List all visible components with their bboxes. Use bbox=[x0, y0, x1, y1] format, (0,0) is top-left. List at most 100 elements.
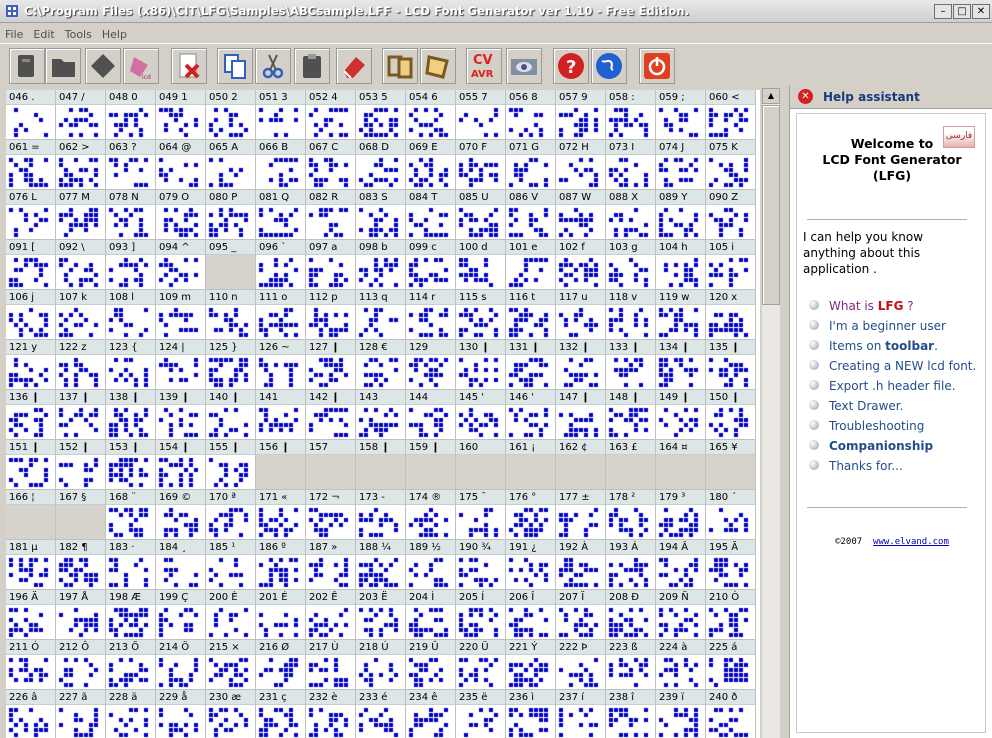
glyph-cell-161[interactable]: 161 ¡ bbox=[506, 440, 556, 490]
glyph-cell-086[interactable]: 086 V bbox=[506, 190, 556, 240]
print-button[interactable]: lcd bbox=[123, 48, 159, 84]
glyph-cell-180[interactable]: 180 ´ bbox=[706, 490, 756, 540]
glyph-cell-077[interactable]: 077 M bbox=[56, 190, 106, 240]
glyph-cell-178[interactable]: 178 ² bbox=[606, 490, 656, 540]
glyph-cell-135[interactable]: 135 ❙ bbox=[706, 340, 756, 390]
glyph-cell-149[interactable]: 149 ❙ bbox=[656, 390, 706, 440]
help-link-4[interactable]: Creating a NEW lcd font. bbox=[809, 358, 979, 374]
glyph-cell-066[interactable]: 066 B bbox=[256, 140, 306, 190]
help-link-9[interactable]: Thanks for... bbox=[809, 458, 979, 474]
glyph-cell-181[interactable]: 181 µ bbox=[6, 540, 56, 590]
glyph-cell-165[interactable]: 165 ¥ bbox=[706, 440, 756, 490]
menu-help[interactable]: Help bbox=[97, 26, 132, 41]
glyph-cell-097[interactable]: 097 a bbox=[306, 240, 356, 290]
glyph-cell-108[interactable]: 108 l bbox=[106, 290, 156, 340]
glyph-cell-104[interactable]: 104 h bbox=[656, 240, 706, 290]
glyph-cell-225[interactable]: 225 á bbox=[706, 640, 756, 690]
delete-button[interactable] bbox=[171, 48, 207, 84]
glyph-cell-094[interactable]: 094 ^ bbox=[156, 240, 206, 290]
glyph-cell-175[interactable]: 175 ¯ bbox=[456, 490, 506, 540]
glyph-cell-130[interactable]: 130 ❙ bbox=[456, 340, 506, 390]
help-link-3[interactable]: Items on toolbar. bbox=[809, 338, 979, 354]
glyph-cell-183[interactable]: 183 · bbox=[106, 540, 156, 590]
glyph-cell-055[interactable]: 055 7 bbox=[456, 90, 506, 140]
glyph-cell-140[interactable]: 140 ❙ bbox=[206, 390, 256, 440]
glyph-cell-101[interactable]: 101 e bbox=[506, 240, 556, 290]
glyph-cell-231[interactable]: 231 ç bbox=[256, 690, 306, 738]
menu-edit[interactable]: Edit bbox=[28, 26, 59, 41]
frame-button[interactable] bbox=[420, 48, 456, 84]
glyph-cell-083[interactable]: 083 S bbox=[356, 190, 406, 240]
glyph-cell-174[interactable]: 174 ® bbox=[406, 490, 456, 540]
glyph-cell-091[interactable]: 091 [ bbox=[6, 240, 56, 290]
glyph-cell-105[interactable]: 105 i bbox=[706, 240, 756, 290]
glyph-cell-184[interactable]: 184 ¸ bbox=[156, 540, 206, 590]
glyph-cell-061[interactable]: 061 = bbox=[6, 140, 56, 190]
glyph-cell-151[interactable]: 151 ❙ bbox=[6, 440, 56, 490]
glyph-cell-075[interactable]: 075 K bbox=[706, 140, 756, 190]
glyph-cell-232[interactable]: 232 è bbox=[306, 690, 356, 738]
glyph-cell-233[interactable]: 233 é bbox=[356, 690, 406, 738]
glyph-cell-148[interactable]: 148 ❙ bbox=[606, 390, 656, 440]
glyph-cell-171[interactable]: 171 « bbox=[256, 490, 306, 540]
glyph-cell-100[interactable]: 100 d bbox=[456, 240, 506, 290]
glyph-cell-057[interactable]: 057 9 bbox=[556, 90, 606, 140]
glyph-cell-158[interactable]: 158 ❙ bbox=[356, 440, 406, 490]
glyph-cell-079[interactable]: 079 O bbox=[156, 190, 206, 240]
glyph-cell-068[interactable]: 068 D bbox=[356, 140, 406, 190]
glyph-cell-141[interactable]: 141 bbox=[256, 390, 306, 440]
glyph-cell-070[interactable]: 070 F bbox=[456, 140, 506, 190]
glyph-cell-222[interactable]: 222 Þ bbox=[556, 640, 606, 690]
scroll-up-arrow-icon[interactable]: ▲ bbox=[762, 88, 780, 104]
glyph-cell-064[interactable]: 064 @ bbox=[156, 140, 206, 190]
glyph-cell-205[interactable]: 205 Í bbox=[456, 590, 506, 640]
glyph-cell-095[interactable]: 095 _ bbox=[206, 240, 256, 290]
glyph-cell-123[interactable]: 123 { bbox=[106, 340, 156, 390]
glyph-cell-046[interactable]: 046 . bbox=[6, 90, 56, 140]
glyph-cell-054[interactable]: 054 6 bbox=[406, 90, 456, 140]
glyph-cell-189[interactable]: 189 ½ bbox=[406, 540, 456, 590]
glyph-cell-085[interactable]: 085 U bbox=[456, 190, 506, 240]
cut-button[interactable] bbox=[255, 48, 291, 84]
glyph-cell-157[interactable]: 157 bbox=[306, 440, 356, 490]
copy-button[interactable] bbox=[217, 48, 253, 84]
erase-font-button[interactable] bbox=[85, 48, 121, 84]
glyph-cell-147[interactable]: 147 ❙ bbox=[556, 390, 606, 440]
glyph-cell-235[interactable]: 235 ë bbox=[456, 690, 506, 738]
glyph-cell-113[interactable]: 113 q bbox=[356, 290, 406, 340]
glyph-cell-190[interactable]: 190 ¾ bbox=[456, 540, 506, 590]
maximize-button[interactable]: □ bbox=[953, 4, 971, 19]
glyph-cell-195[interactable]: 195 Ã bbox=[706, 540, 756, 590]
glyph-cell-145[interactable]: 145 ' bbox=[456, 390, 506, 440]
glyph-cell-237[interactable]: 237 í bbox=[556, 690, 606, 738]
glyph-cell-170[interactable]: 170 ª bbox=[206, 490, 256, 540]
glyph-cell-193[interactable]: 193 Á bbox=[606, 540, 656, 590]
glyph-cell-212[interactable]: 212 Ô bbox=[56, 640, 106, 690]
glyph-cell-092[interactable]: 092 \ bbox=[56, 240, 106, 290]
menu-file[interactable]: File bbox=[0, 26, 28, 41]
glyph-cell-080[interactable]: 080 P bbox=[206, 190, 256, 240]
glyph-cell-187[interactable]: 187 » bbox=[306, 540, 356, 590]
glyph-cell-197[interactable]: 197 Å bbox=[56, 590, 106, 640]
glyph-cell-150[interactable]: 150 ❙ bbox=[706, 390, 756, 440]
glyph-cell-063[interactable]: 063 ? bbox=[106, 140, 156, 190]
glyph-cell-062[interactable]: 062 > bbox=[56, 140, 106, 190]
glyph-cell-081[interactable]: 081 Q bbox=[256, 190, 306, 240]
glyph-cell-058[interactable]: 058 : bbox=[606, 90, 656, 140]
glyph-cell-127[interactable]: 127 ❙ bbox=[306, 340, 356, 390]
glyph-cell-060[interactable]: 060 < bbox=[706, 90, 756, 140]
glyph-cell-096[interactable]: 096 ` bbox=[256, 240, 306, 290]
glyph-cell-198[interactable]: 198 Æ bbox=[106, 590, 156, 640]
glyph-cell-084[interactable]: 084 T bbox=[406, 190, 456, 240]
frames-button[interactable] bbox=[382, 48, 418, 84]
glyph-cell-048[interactable]: 048 0 bbox=[106, 90, 156, 140]
glyph-cell-162[interactable]: 162 ¢ bbox=[556, 440, 606, 490]
glyph-cell-125[interactable]: 125 } bbox=[206, 340, 256, 390]
glyph-cell-126[interactable]: 126 ~ bbox=[256, 340, 306, 390]
folder-button[interactable] bbox=[45, 48, 81, 84]
glyph-cell-106[interactable]: 106 j bbox=[6, 290, 56, 340]
glyph-cell-144[interactable]: 144 bbox=[406, 390, 456, 440]
glyph-cell-056[interactable]: 056 8 bbox=[506, 90, 556, 140]
glyph-cell-071[interactable]: 071 G bbox=[506, 140, 556, 190]
glyph-cell-217[interactable]: 217 Ù bbox=[306, 640, 356, 690]
